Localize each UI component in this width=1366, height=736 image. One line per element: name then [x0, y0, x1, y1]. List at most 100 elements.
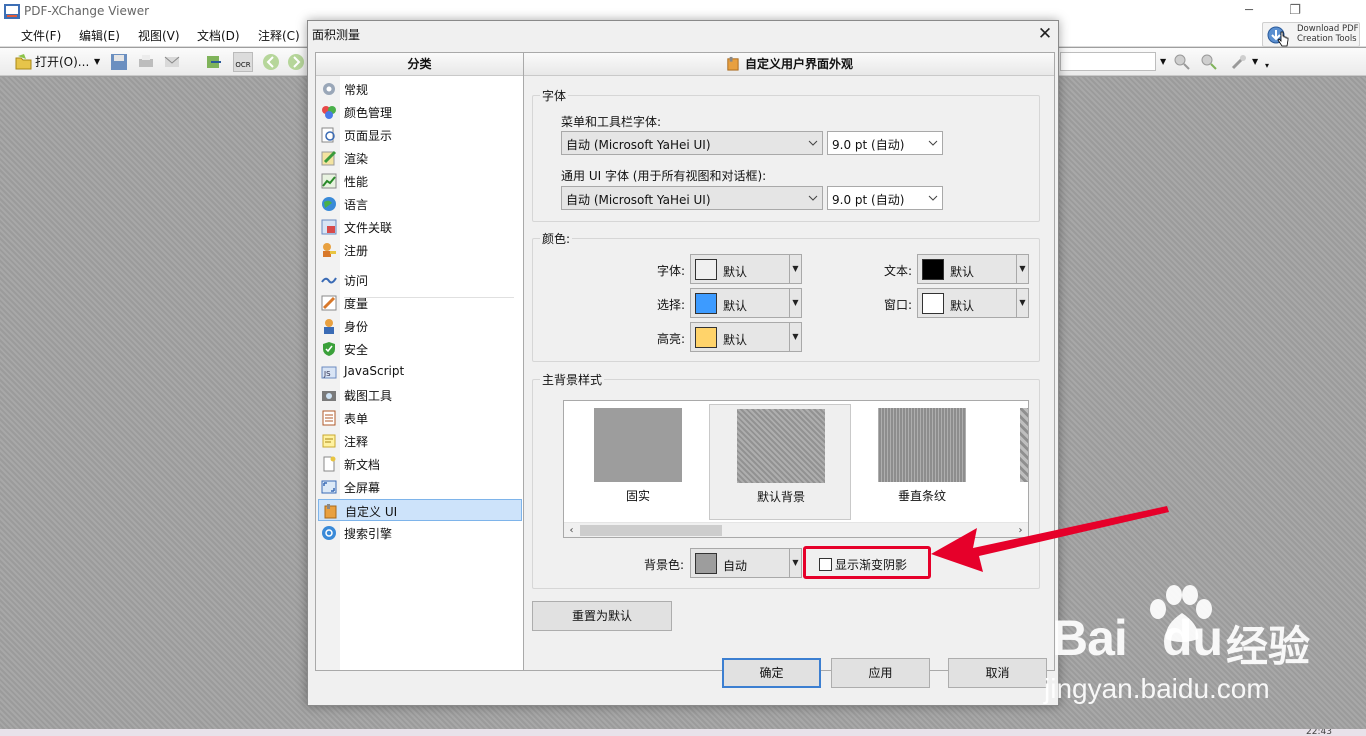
- category-item-security[interactable]: 安全: [318, 338, 522, 360]
- magnifier-page-icon: [321, 127, 335, 143]
- apply-button[interactable]: 应用: [831, 658, 930, 688]
- menu-comment[interactable]: 注释(C): [258, 27, 300, 44]
- dropdown-arrow-icon: ▼: [1016, 255, 1028, 283]
- mouse-cursor-icon: [1277, 31, 1289, 47]
- window-color-picker[interactable]: 默认 ▼: [917, 288, 1029, 318]
- selection-color-picker[interactable]: 默认 ▼: [690, 288, 802, 318]
- category-label: 新文档: [344, 458, 381, 472]
- window-color-value: 默认: [950, 299, 975, 313]
- ok-button[interactable]: 确定: [722, 658, 821, 688]
- javascript-icon: JS: [321, 366, 337, 379]
- scrollbar-thumb[interactable]: [580, 525, 722, 536]
- color-palette-icon: [322, 106, 336, 119]
- text-color-picker[interactable]: 默认 ▼: [917, 254, 1029, 284]
- category-item-search-engine[interactable]: 搜索引擎: [318, 522, 522, 544]
- category-item-page-display[interactable]: 页面显示: [318, 124, 522, 146]
- bg-color-label: 背景色:: [644, 558, 685, 572]
- scroll-left-icon[interactable]: ‹: [564, 523, 579, 537]
- category-label: 自定义 UI: [345, 505, 398, 519]
- menu-font-label: 菜单和工具栏字体:: [561, 115, 662, 129]
- download-pdf-tools-button[interactable]: Download PDF Creation Tools: [1262, 22, 1360, 47]
- category-item-registration[interactable]: 注册: [318, 239, 522, 261]
- highlight-color-picker[interactable]: 默认 ▼: [690, 322, 802, 352]
- minimize-button[interactable]: ─: [1234, 2, 1264, 20]
- category-item-rendering[interactable]: 渲染: [318, 147, 522, 169]
- toolbar-overflow-icon[interactable]: ▾: [1265, 61, 1269, 70]
- category-item-access[interactable]: 访问: [318, 269, 522, 291]
- open-dropdown-icon[interactable]: ▼: [94, 57, 100, 66]
- category-label: 度量: [344, 297, 369, 311]
- tools-dropdown-icon[interactable]: ▼: [1252, 57, 1258, 66]
- category-item-language[interactable]: 语言: [318, 193, 522, 215]
- menu-font-size-value: 9.0 pt (自动): [832, 138, 905, 152]
- bg-color-swatch: [695, 553, 717, 574]
- reset-default-button[interactable]: 重置为默认: [532, 601, 672, 631]
- font-color-value: 默认: [723, 265, 748, 279]
- open-button[interactable]: 打开(O)...: [35, 53, 89, 70]
- dropdown-arrow-icon: ▼: [1016, 289, 1028, 317]
- scan-icon[interactable]: [205, 53, 223, 71]
- ui-font-select[interactable]: 自动 (Microsoft YaHei UI): [561, 186, 823, 210]
- category-item-snapshot-tool[interactable]: 截图工具: [318, 384, 522, 406]
- bg-style-solid[interactable]: 固实: [567, 404, 709, 520]
- category-label: 文件关联: [344, 221, 393, 235]
- font-color-label: 字体:: [657, 264, 686, 278]
- content-header: 自定义用户界面外观: [524, 53, 1054, 76]
- category-item-javascript[interactable]: JS JavaScript: [318, 361, 522, 383]
- font-group: 字体 菜单和工具栏字体: 自动 (Microsoft YaHei UI) 9.0…: [532, 87, 1040, 222]
- save-icon[interactable]: [110, 53, 128, 71]
- category-label: 安全: [344, 343, 369, 357]
- restore-button[interactable]: ❐: [1280, 2, 1310, 20]
- category-item-measurement[interactable]: 度量: [318, 292, 522, 314]
- print-icon[interactable]: [137, 53, 155, 71]
- custom-ui-icon: [324, 504, 337, 519]
- email-icon[interactable]: [163, 53, 181, 71]
- font-color-picker[interactable]: 默认 ▼: [690, 254, 802, 284]
- find-next-icon[interactable]: [1200, 53, 1218, 71]
- highlight-color-swatch: [695, 327, 717, 348]
- bg-thumbnail-default: [737, 409, 825, 483]
- chart-icon: [321, 173, 337, 189]
- category-item-general[interactable]: 常规: [318, 78, 522, 100]
- taskbar: [0, 729, 1366, 736]
- menu-view[interactable]: 视图(V): [138, 27, 180, 44]
- menu-document[interactable]: 文档(D): [197, 27, 240, 44]
- category-item-fullscreen[interactable]: 全屏幕: [318, 476, 522, 498]
- bg-style-default[interactable]: 默认背景: [709, 404, 851, 520]
- menu-edit[interactable]: 编辑(E): [79, 27, 120, 44]
- menu-font-value: 自动 (Microsoft YaHei UI): [566, 138, 711, 152]
- open-folder-icon: [15, 54, 32, 70]
- ui-font-size-select[interactable]: 9.0 pt (自动): [827, 186, 943, 210]
- category-label: JavaScript: [344, 364, 405, 378]
- forward-arrow-icon[interactable]: [287, 53, 305, 71]
- tools-icon[interactable]: [1230, 53, 1248, 71]
- category-item-performance[interactable]: 性能: [318, 170, 522, 192]
- access-link-icon: [321, 277, 337, 284]
- category-item-custom-ui[interactable]: 自定义 UI: [318, 499, 522, 521]
- bg-style-label: 固实: [625, 489, 650, 503]
- bg-color-picker[interactable]: 自动 ▼: [690, 548, 802, 578]
- dialog-close-button[interactable]: ✕: [1034, 23, 1056, 45]
- baidu-brand-text: Bai: [1052, 610, 1128, 666]
- category-item-color-management[interactable]: 颜色管理: [318, 101, 522, 123]
- category-item-file-association[interactable]: 文件关联: [318, 216, 522, 238]
- ocr-button[interactable]: OCR: [233, 52, 253, 72]
- toolbar-search-input[interactable]: [1060, 52, 1156, 71]
- text-color-value: 默认: [950, 265, 975, 279]
- category-label: 性能: [344, 175, 369, 189]
- menu-file[interactable]: 文件(F): [21, 27, 61, 44]
- dropdown-arrow-icon: ▼: [789, 289, 801, 317]
- category-label: 语言: [344, 198, 369, 212]
- ui-font-size-value: 9.0 pt (自动): [832, 193, 905, 207]
- find-icon[interactable]: [1173, 53, 1191, 71]
- category-item-identity[interactable]: 身份: [318, 315, 522, 337]
- annotation-highlight-box: [803, 546, 931, 579]
- app-title: PDF-XChange Viewer: [24, 4, 150, 18]
- category-item-new-document[interactable]: 新文档: [318, 453, 522, 475]
- menu-font-select[interactable]: 自动 (Microsoft YaHei UI): [561, 131, 823, 155]
- category-item-comments[interactable]: 注释: [318, 430, 522, 452]
- menu-font-size-select[interactable]: 9.0 pt (自动): [827, 131, 943, 155]
- category-item-forms[interactable]: 表单: [318, 407, 522, 429]
- back-arrow-icon[interactable]: [262, 53, 280, 71]
- search-dropdown-icon[interactable]: ▼: [1160, 57, 1166, 66]
